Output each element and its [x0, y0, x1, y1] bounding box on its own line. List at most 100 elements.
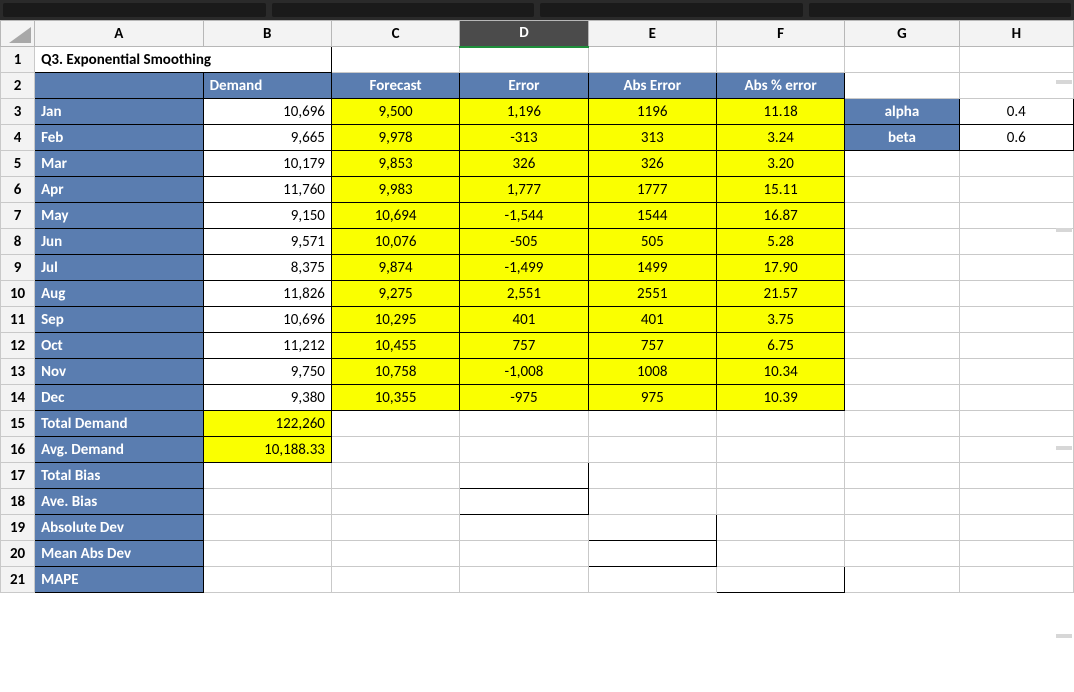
abs-error-cell[interactable]: 313: [588, 125, 716, 151]
col-header-H[interactable]: H: [959, 21, 1073, 47]
cell[interactable]: [845, 47, 959, 73]
cell[interactable]: [331, 515, 459, 541]
abs-pct-cell[interactable]: 3.24: [716, 125, 844, 151]
cell[interactable]: [959, 333, 1073, 359]
select-all-corner[interactable]: [1, 21, 35, 47]
cell[interactable]: [716, 463, 844, 489]
total-bias-label[interactable]: Total Bias: [35, 463, 203, 489]
cell[interactable]: [203, 489, 331, 515]
cell[interactable]: [331, 437, 459, 463]
abs-pct-cell[interactable]: 10.39: [716, 385, 844, 411]
cell[interactable]: [460, 567, 588, 593]
mad-label[interactable]: Mean Abs Dev: [35, 541, 203, 567]
month-label[interactable]: Dec: [35, 385, 203, 411]
cell[interactable]: [959, 437, 1073, 463]
month-label[interactable]: Mar: [35, 151, 203, 177]
header-abs-error[interactable]: Abs Error: [588, 73, 716, 99]
row-header[interactable]: 9: [1, 255, 35, 281]
cell[interactable]: [845, 333, 959, 359]
cell[interactable]: [716, 515, 844, 541]
error-cell[interactable]: 326: [460, 151, 588, 177]
cell[interactable]: [959, 307, 1073, 333]
col-header-G[interactable]: G: [845, 21, 959, 47]
forecast-cell[interactable]: 10,694: [331, 203, 459, 229]
demand-cell[interactable]: 9,150: [203, 203, 331, 229]
cell[interactable]: [588, 411, 716, 437]
cell[interactable]: [845, 489, 959, 515]
demand-cell[interactable]: 9,665: [203, 125, 331, 151]
cell[interactable]: [959, 463, 1073, 489]
cell[interactable]: [959, 229, 1073, 255]
cell[interactable]: [460, 515, 588, 541]
cell[interactable]: [959, 541, 1073, 567]
cell[interactable]: [959, 515, 1073, 541]
abs-error-cell[interactable]: 505: [588, 229, 716, 255]
cell[interactable]: [845, 229, 959, 255]
mad-value[interactable]: [588, 541, 716, 567]
row-header[interactable]: 16: [1, 437, 35, 463]
cell[interactable]: [716, 489, 844, 515]
col-header-A[interactable]: A: [35, 21, 203, 47]
row-header[interactable]: 5: [1, 151, 35, 177]
total-bias-value[interactable]: [460, 463, 588, 489]
forecast-cell[interactable]: 10,455: [331, 333, 459, 359]
row-header[interactable]: 21: [1, 567, 35, 593]
cell[interactable]: [460, 47, 588, 73]
ave-bias-label[interactable]: Ave. Bias: [35, 489, 203, 515]
forecast-cell[interactable]: 10,758: [331, 359, 459, 385]
demand-cell[interactable]: 9,750: [203, 359, 331, 385]
row-header[interactable]: 6: [1, 177, 35, 203]
forecast-cell[interactable]: 9,853: [331, 151, 459, 177]
cell[interactable]: [716, 47, 844, 73]
forecast-cell[interactable]: 9,874: [331, 255, 459, 281]
cell[interactable]: [716, 411, 844, 437]
row-header[interactable]: 20: [1, 541, 35, 567]
header-abs-pct-error[interactable]: Abs % error: [716, 73, 844, 99]
demand-cell[interactable]: 9,380: [203, 385, 331, 411]
month-label[interactable]: Apr: [35, 177, 203, 203]
forecast-cell[interactable]: 9,983: [331, 177, 459, 203]
cell[interactable]: [331, 47, 459, 73]
header-forecast[interactable]: Forecast: [331, 73, 459, 99]
abs-dev-label[interactable]: Absolute Dev: [35, 515, 203, 541]
col-header-B[interactable]: B: [203, 21, 331, 47]
abs-error-cell[interactable]: 2551: [588, 281, 716, 307]
month-label[interactable]: Jan: [35, 99, 203, 125]
cell[interactable]: [588, 567, 716, 593]
month-label[interactable]: Jul: [35, 255, 203, 281]
abs-error-cell[interactable]: 1008: [588, 359, 716, 385]
header-demand[interactable]: Demand: [203, 73, 331, 99]
abs-pct-cell[interactable]: 17.90: [716, 255, 844, 281]
row-header[interactable]: 15: [1, 411, 35, 437]
cell[interactable]: [460, 437, 588, 463]
cell[interactable]: [588, 463, 716, 489]
cell[interactable]: [845, 255, 959, 281]
error-cell[interactable]: 2,551: [460, 281, 588, 307]
beta-label[interactable]: beta: [845, 125, 959, 151]
abs-error-cell[interactable]: 326: [588, 151, 716, 177]
cell[interactable]: [845, 463, 959, 489]
abs-error-cell[interactable]: 1777: [588, 177, 716, 203]
beta-value[interactable]: 0.6: [959, 125, 1073, 151]
cell[interactable]: [845, 541, 959, 567]
cell[interactable]: [845, 281, 959, 307]
month-label[interactable]: May: [35, 203, 203, 229]
row-header[interactable]: 8: [1, 229, 35, 255]
mape-value[interactable]: [716, 567, 844, 593]
cell[interactable]: [845, 515, 959, 541]
demand-cell[interactable]: 11,826: [203, 281, 331, 307]
abs-pct-cell[interactable]: 3.20: [716, 151, 844, 177]
cell[interactable]: [460, 541, 588, 567]
row-header[interactable]: 7: [1, 203, 35, 229]
abs-error-cell[interactable]: 975: [588, 385, 716, 411]
cell[interactable]: [959, 359, 1073, 385]
error-cell[interactable]: 1,777: [460, 177, 588, 203]
cell[interactable]: [203, 515, 331, 541]
cell[interactable]: [716, 437, 844, 463]
forecast-cell[interactable]: 9,275: [331, 281, 459, 307]
cell[interactable]: [203, 541, 331, 567]
forecast-cell[interactable]: 10,076: [331, 229, 459, 255]
forecast-cell[interactable]: 9,500: [331, 99, 459, 125]
forecast-cell[interactable]: 10,355: [331, 385, 459, 411]
abs-error-cell[interactable]: 1499: [588, 255, 716, 281]
